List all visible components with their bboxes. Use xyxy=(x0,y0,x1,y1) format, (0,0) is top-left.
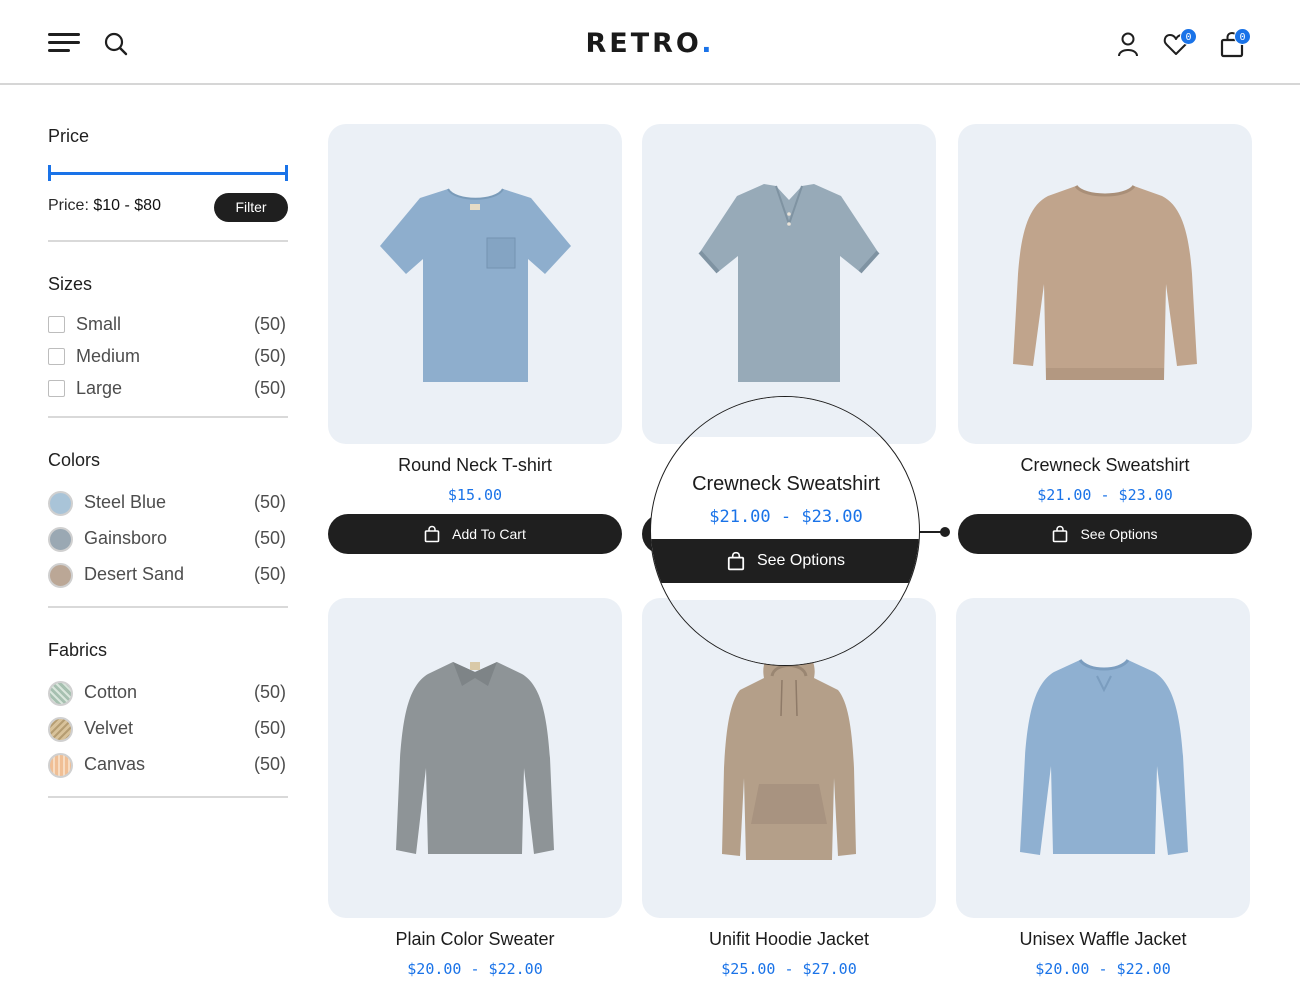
fabric-option-cotton[interactable]: Cotton (50) xyxy=(48,681,288,706)
color-swatch-steel-blue[interactable] xyxy=(48,491,73,516)
color-option-steel-blue[interactable]: Steel Blue (50) xyxy=(48,491,288,516)
magnified-next-card xyxy=(651,600,919,665)
brand-logo[interactable]: RETRO. xyxy=(0,28,1300,59)
product-price: $20.00 - $22.00 xyxy=(407,960,543,978)
color-option-gainsboro[interactable]: Gainsboro (50) xyxy=(48,527,288,552)
color-option-desert-sand[interactable]: Desert Sand (50) xyxy=(48,563,288,588)
fabric-option-canvas[interactable]: Canvas (50) xyxy=(48,753,288,778)
product-image-unisex-waffle-jacket[interactable] xyxy=(956,598,1250,918)
size-large-checkbox[interactable] xyxy=(48,380,65,397)
waffle-jacket-icon xyxy=(1020,658,1188,855)
tshirt-icon xyxy=(380,188,571,382)
wishlist-count-badge: 0 xyxy=(1180,28,1197,45)
shopping-bag-icon xyxy=(424,525,440,543)
magnified-product-image xyxy=(651,397,919,437)
size-option-large[interactable]: Large (50) xyxy=(48,377,288,401)
size-option-small[interactable]: Small (50) xyxy=(48,313,288,337)
price-slider-max-handle[interactable] xyxy=(285,165,288,181)
sizes-filter-title: Sizes xyxy=(48,274,93,294)
magnified-see-options-button[interactable]: See Options xyxy=(651,539,919,583)
fabric-swatch-cotton[interactable] xyxy=(48,681,73,706)
product-price: $15.00 xyxy=(447,486,503,504)
product-name[interactable]: Round Neck T-shirt xyxy=(328,455,622,476)
product-image-round-neck-tshirt[interactable] xyxy=(328,124,622,444)
price-slider-min-handle[interactable] xyxy=(48,165,51,181)
product-price: $21.00 - $23.00 xyxy=(1037,486,1173,504)
account-icon[interactable] xyxy=(1114,30,1142,58)
cart-count-badge: 0 xyxy=(1234,28,1251,45)
sweater-icon xyxy=(396,662,554,854)
product-name[interactable]: Unisex Waffle Jacket xyxy=(956,929,1250,950)
site-header: RETRO. 0 0 xyxy=(0,0,1300,85)
product-price: $25.00 - $27.00 xyxy=(721,960,857,978)
product-name[interactable]: Plain Color Sweater xyxy=(328,929,622,950)
divider xyxy=(48,240,288,242)
sweatshirt-icon xyxy=(1013,184,1197,380)
shopping-bag-icon xyxy=(727,551,745,571)
price-slider-track xyxy=(48,172,288,175)
fabrics-filter-title: Fabrics xyxy=(48,640,108,660)
fabric-swatch-canvas[interactable] xyxy=(48,753,73,778)
product-image-plain-color-sweater[interactable] xyxy=(328,598,622,918)
see-options-button[interactable]: See Options xyxy=(958,514,1252,554)
size-option-medium[interactable]: Medium (50) xyxy=(48,345,288,369)
callout-pointer-dot xyxy=(940,527,950,537)
divider xyxy=(48,606,288,608)
shopping-bag-icon xyxy=(1053,525,1068,543)
price-range-slider[interactable] xyxy=(48,165,288,181)
product-price: $20.00 - $22.00 xyxy=(1035,960,1171,978)
fabric-swatch-velvet[interactable] xyxy=(48,717,73,742)
divider xyxy=(48,796,288,798)
size-medium-checkbox[interactable] xyxy=(48,348,65,365)
size-small-checkbox[interactable] xyxy=(48,316,65,333)
product-name[interactable]: Unifit Hoodie Jacket xyxy=(642,929,936,950)
magnified-product-name[interactable]: Crewneck Sweatshirt xyxy=(651,473,919,496)
color-swatch-gainsboro[interactable] xyxy=(48,527,73,552)
divider xyxy=(48,416,288,418)
add-to-cart-button[interactable]: Add To Cart xyxy=(328,514,622,554)
filter-button[interactable]: Filter xyxy=(214,193,288,222)
price-range-label: Price: $10 - $80 xyxy=(48,197,161,214)
product-name[interactable]: Crewneck Sweatshirt xyxy=(958,455,1252,476)
colors-filter-title: Colors xyxy=(48,450,101,470)
price-filter-title: Price xyxy=(48,126,90,146)
magnified-product-price: $21.00 - $23.00 xyxy=(709,507,863,527)
fabric-option-velvet[interactable]: Velvet (50) xyxy=(48,717,288,742)
color-swatch-desert-sand[interactable] xyxy=(48,563,73,588)
product-image-crewneck-sweatshirt[interactable] xyxy=(958,124,1252,444)
product-magnifier-callout: Crewneck Sweatshirt $21.00 - $23.00 See … xyxy=(650,396,920,666)
